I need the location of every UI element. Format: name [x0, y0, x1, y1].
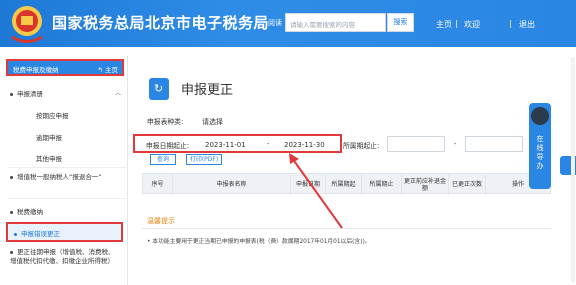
- nav-logout-link[interactable]: 退出: [519, 19, 535, 30]
- online-guide-panel[interactable]: 在线导办: [529, 103, 551, 189]
- divider: [8, 198, 126, 199]
- search-button[interactable]: 搜索: [387, 13, 414, 32]
- belong-period-label: 所属期起止:: [343, 142, 380, 150]
- th-period-end: 所属期止: [362, 174, 402, 195]
- warm-tip-text: • 本功能主要用于更正当期已申报的申报表(税（费）款属期2017年01月01以后…: [147, 239, 371, 245]
- belong-end-input[interactable]: [465, 136, 523, 152]
- chevron-up-icon[interactable]: ︿: [115, 88, 121, 97]
- correction-icon: [149, 78, 169, 100]
- divider: [142, 228, 551, 229]
- date-separator: -: [267, 140, 270, 148]
- divider: [8, 167, 126, 168]
- sidebar-item-other[interactable]: 其他申报: [36, 153, 62, 163]
- sidebar-item-tax-payment[interactable]: 税费缴纳: [10, 206, 43, 216]
- top-header: 国家税务总局北京市电子税务局 阅读 请输入需要搜索的内容 搜索 主页 | 欢迎 …: [0, 0, 576, 47]
- sidebar-item-correction[interactable]: 申报错误更正: [6, 222, 123, 242]
- report-type-label: 申报表种类:: [147, 118, 184, 126]
- sidebar-item-vat-refund[interactable]: 增值税一般纳税人“报退合一”: [10, 173, 120, 182]
- sidebar-item-overdue[interactable]: 逾期申报: [36, 132, 62, 142]
- scrollbar[interactable]: [571, 57, 575, 282]
- nav-separator: |: [509, 19, 512, 28]
- date-start-input[interactable]: 2023-11-01: [200, 137, 258, 151]
- period-label: 申报日期起止:: [146, 142, 190, 150]
- warm-tip-title: 温馨提示: [147, 217, 175, 225]
- search-input[interactable]: 请输入需要搜索的内容: [285, 13, 386, 32]
- belong-separator: -: [454, 140, 457, 148]
- site-title[interactable]: 国家税务总局北京市电子税务局: [52, 12, 269, 33]
- print-pdf-button[interactable]: 打印(PDF): [186, 154, 222, 165]
- th-index: 序号: [143, 174, 173, 195]
- main-content: 申报更正 申报表种类: 请选择 申报日期起止: 2023-11-01 - 202…: [129, 56, 576, 285]
- online-guide-label: 在线导办: [536, 135, 544, 170]
- th-period-start: 所属期起: [326, 174, 362, 195]
- sidebar-title: 税费申报及缴纳: [13, 66, 59, 74]
- th-report-name: 申报表名称: [173, 174, 291, 195]
- assistant-avatar-icon: [531, 107, 549, 125]
- table-header: 序号 申报表名称 申报日期 所属期起 所属期止 更正前应补退金额 已更正次数 操…: [142, 173, 551, 195]
- page-title: 申报更正: [181, 83, 234, 98]
- nav-welcome: 欢迎: [464, 20, 480, 29]
- sidebar-item-declaration-list[interactable]: 申报清册: [10, 88, 43, 98]
- date-end-input[interactable]: 2023-11-30: [279, 137, 339, 151]
- nav-home-link[interactable]: 主页: [436, 19, 452, 30]
- sidebar-item-past-correction[interactable]: 更正往期申报（增值税、消费税、增值税代扣代缴、扣缴企业所得税）: [10, 248, 120, 266]
- belong-start-input[interactable]: [387, 136, 445, 152]
- sidebar: 税费申报及缴纳 ↰ 主页 申报清册 ︿ 按期应申报 逾期申报 其他申报 增值税一…: [0, 56, 128, 285]
- th-pre-amount: 更正前应补退金额: [402, 174, 449, 195]
- nav-separator: |: [455, 19, 458, 28]
- read-mode-link[interactable]: 阅读: [268, 18, 282, 28]
- th-corrected-count: 已更正次数: [449, 174, 486, 195]
- report-type-select[interactable]: 请选择: [197, 113, 339, 127]
- sidebar-home-link[interactable]: ↰ 主页: [97, 64, 118, 74]
- sidebar-home-label: 主页: [105, 66, 118, 74]
- sidebar-header[interactable]: 税费申报及缴纳 ↰ 主页: [6, 59, 124, 76]
- th-declare-date: 申报日期: [291, 174, 326, 195]
- query-button[interactable]: 查询: [150, 154, 176, 165]
- tax-emblem-logo: [11, 6, 43, 43]
- sidebar-item-periodic[interactable]: 按期应申报: [36, 110, 69, 120]
